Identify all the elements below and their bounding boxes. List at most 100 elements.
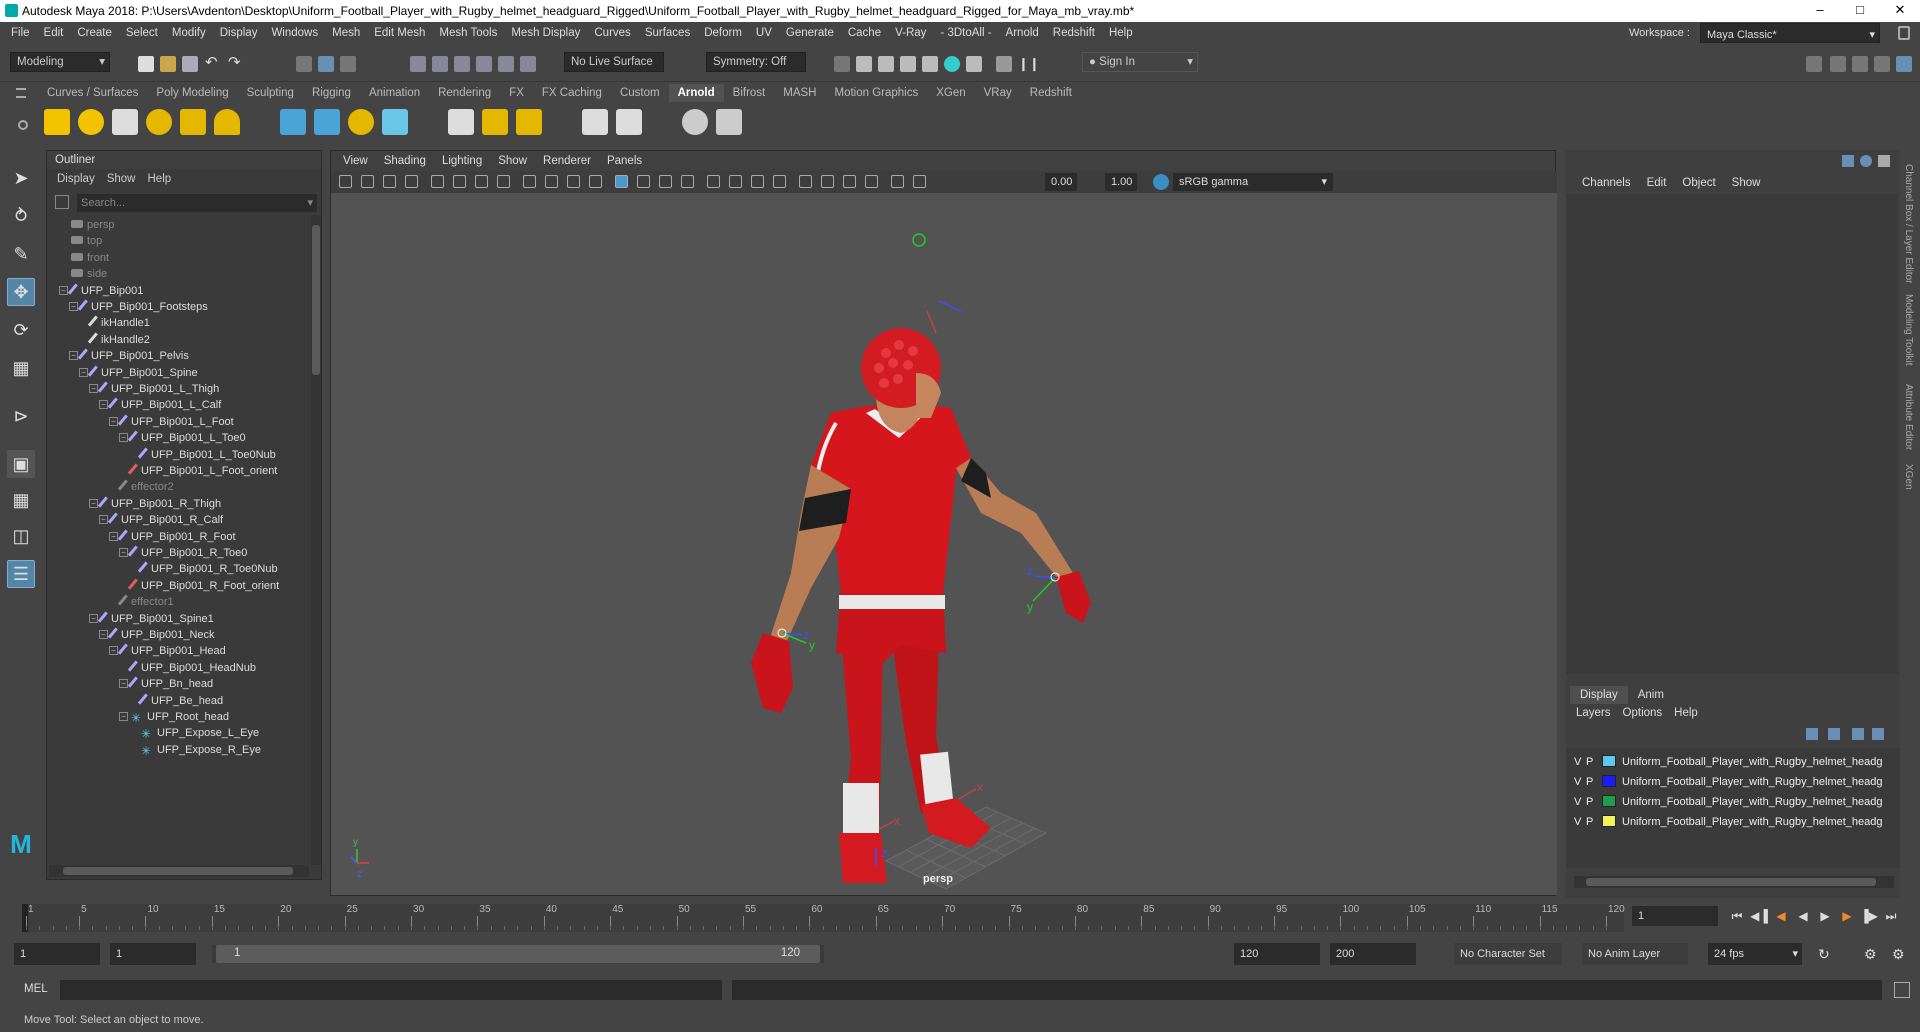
scrollbar-thumb[interactable] (63, 867, 293, 875)
flush-cache-icon[interactable] (482, 109, 508, 135)
txmanager-icon[interactable] (448, 109, 474, 135)
channel-box-menu-edit[interactable]: Edit (1639, 174, 1675, 192)
filter-icon[interactable] (55, 195, 69, 209)
loop-icon[interactable]: ↻ (1818, 946, 1830, 963)
menu-generate[interactable]: Generate (779, 22, 841, 44)
menu-modify[interactable]: Modify (165, 22, 213, 44)
use-all-lights-icon[interactable] (681, 175, 694, 188)
layer-tab-anim[interactable]: Anim (1628, 686, 1674, 704)
shelf-tab-arnold[interactable]: Arnold (668, 84, 724, 102)
menu-file[interactable]: File (4, 22, 37, 44)
xray-joints-icon[interactable] (865, 175, 878, 188)
attribute-editor-icon[interactable] (1852, 56, 1868, 72)
select-tool-icon[interactable]: ➤ (7, 164, 35, 192)
layer-visibility-toggle[interactable]: V (1574, 792, 1586, 812)
layer-menu-help[interactable]: Help (1668, 704, 1704, 722)
menu-mesh[interactable]: Mesh (325, 22, 367, 44)
collapse-toggle-icon[interactable]: − (99, 515, 108, 525)
3d-scene[interactable]: y z z y x x z yz persp (331, 193, 1557, 895)
safe-title-icon[interactable] (567, 175, 580, 188)
scrollbar-thumb[interactable] (312, 225, 320, 375)
motion-blur-icon[interactable] (751, 175, 764, 188)
bookmark-icon[interactable] (383, 175, 396, 188)
layer-color-swatch[interactable] (1602, 755, 1616, 767)
collapse-toggle-icon[interactable]: − (89, 498, 98, 508)
open-scene-icon[interactable] (160, 56, 176, 72)
exposure-field[interactable]: 0.00 (1045, 173, 1077, 191)
film-gate-icon[interactable] (453, 175, 466, 188)
smooth-shade-icon[interactable] (615, 175, 628, 188)
layer-row[interactable]: V P Uniform_Football_Player_with_Rugby_hel… (1574, 792, 1900, 812)
color-management-icon[interactable] (1153, 174, 1169, 190)
collapse-toggle-icon[interactable]: − (79, 367, 88, 377)
side-tab-modeling-toolkit[interactable]: Modeling Toolkit (1903, 294, 1914, 366)
hypershade-icon[interactable] (944, 56, 960, 72)
wireframe-icon[interactable] (589, 175, 602, 188)
menu-arnold[interactable]: Arnold (999, 22, 1046, 44)
shelf-tab-fx[interactable]: FX (500, 84, 533, 102)
eye-icon[interactable] (682, 109, 708, 135)
step-forward-frame-icon[interactable]: ▶ (1836, 909, 1858, 923)
side-tab-channel-box-layer-editor[interactable]: Channel Box / Layer Editor (1903, 164, 1914, 284)
shelf-tab-poly-modeling[interactable]: Poly Modeling (147, 84, 237, 102)
outliner-menu-help[interactable]: Help (142, 170, 178, 188)
collapse-toggle-icon[interactable]: − (89, 384, 98, 393)
shelf-tab-mash[interactable]: MASH (774, 84, 825, 102)
wireframe-on-shaded-icon[interactable] (637, 175, 650, 188)
outliner-horizontal-scrollbar[interactable] (49, 865, 309, 877)
outliner-vertical-scrollbar[interactable] (311, 215, 321, 865)
animation-end-field[interactable]: 200 (1330, 943, 1416, 965)
menu-deform[interactable]: Deform (697, 22, 749, 44)
auto-key-icon[interactable]: ⚙ (1864, 946, 1877, 963)
collapse-toggle-icon[interactable]: − (109, 646, 118, 656)
go-to-start-icon[interactable]: ⏮ (1726, 909, 1748, 924)
lock-icon[interactable] (1898, 26, 1910, 40)
channel-box-icon-3[interactable] (1878, 155, 1890, 167)
standin-icon[interactable] (280, 109, 306, 135)
menu-curves[interactable]: Curves (587, 22, 637, 44)
channel-box-menu-show[interactable]: Show (1724, 174, 1769, 192)
safe-action-icon[interactable] (545, 175, 558, 188)
two-view-icon[interactable]: ◫ (7, 522, 35, 550)
collapse-toggle-icon[interactable]: − (99, 400, 108, 410)
menu-display[interactable]: Display (213, 22, 265, 44)
camera-attributes-icon[interactable] (361, 175, 374, 188)
layer-horizontal-scrollbar[interactable] (1574, 876, 1894, 888)
render-frame-icon[interactable] (856, 56, 872, 72)
gamma-field[interactable]: 1.00 (1105, 173, 1137, 191)
viewport-menu-shading[interactable]: Shading (376, 151, 434, 171)
play-forward-icon[interactable]: ▶ (1814, 909, 1836, 923)
shelf-settings-icon[interactable] (18, 120, 28, 130)
layer-color-swatch[interactable] (1602, 775, 1616, 787)
paint-select-tool-icon[interactable]: ✎ (7, 240, 35, 268)
save-scene-icon[interactable] (182, 56, 198, 72)
backface-culling-icon[interactable] (913, 175, 926, 188)
shelf-tab-fx-caching[interactable]: FX Caching (533, 84, 611, 102)
animation-start-field[interactable]: 1 (14, 943, 100, 965)
scale-tool-icon[interactable]: ▦ (7, 354, 35, 382)
layer-visibility-toggle[interactable]: V (1574, 752, 1586, 772)
layer-visibility-toggle[interactable]: V (1574, 772, 1586, 792)
collapse-toggle-icon[interactable]: − (89, 613, 98, 623)
image-plane-icon[interactable] (405, 175, 418, 188)
snap-surface-icon[interactable] (498, 56, 514, 72)
menu-help[interactable]: Help (1102, 22, 1140, 44)
viewport-menu-renderer[interactable]: Renderer (535, 151, 599, 171)
channel-box-menu-channels[interactable]: Channels (1574, 174, 1639, 192)
mode-dropdown[interactable]: Modeling ▾ (10, 52, 110, 72)
collapse-toggle-icon[interactable]: − (99, 630, 108, 639)
outliner-search-input[interactable]: Search... ▾ (77, 194, 317, 212)
undo-icon[interactable]: ↶ (205, 55, 221, 72)
outliner-menu-display[interactable]: Display (51, 170, 101, 188)
channel-box-menu-object[interactable]: Object (1674, 174, 1723, 192)
redo-icon[interactable]: ↷ (228, 55, 244, 72)
shelf-tab-vray[interactable]: VRay (975, 84, 1021, 102)
layer-visibility-toggle[interactable]: V (1574, 812, 1586, 832)
ipr-render-icon[interactable] (900, 56, 916, 72)
screen-space-ao-icon[interactable] (729, 175, 742, 188)
side-tab-attribute-editor[interactable]: Attribute Editor (1903, 384, 1914, 450)
shelf-tab-redshift[interactable]: Redshift (1021, 84, 1081, 102)
collapse-toggle-icon[interactable]: − (109, 531, 118, 541)
viewport-menu-panels[interactable]: Panels (599, 151, 650, 171)
move-layer-down-icon[interactable] (1828, 728, 1840, 740)
